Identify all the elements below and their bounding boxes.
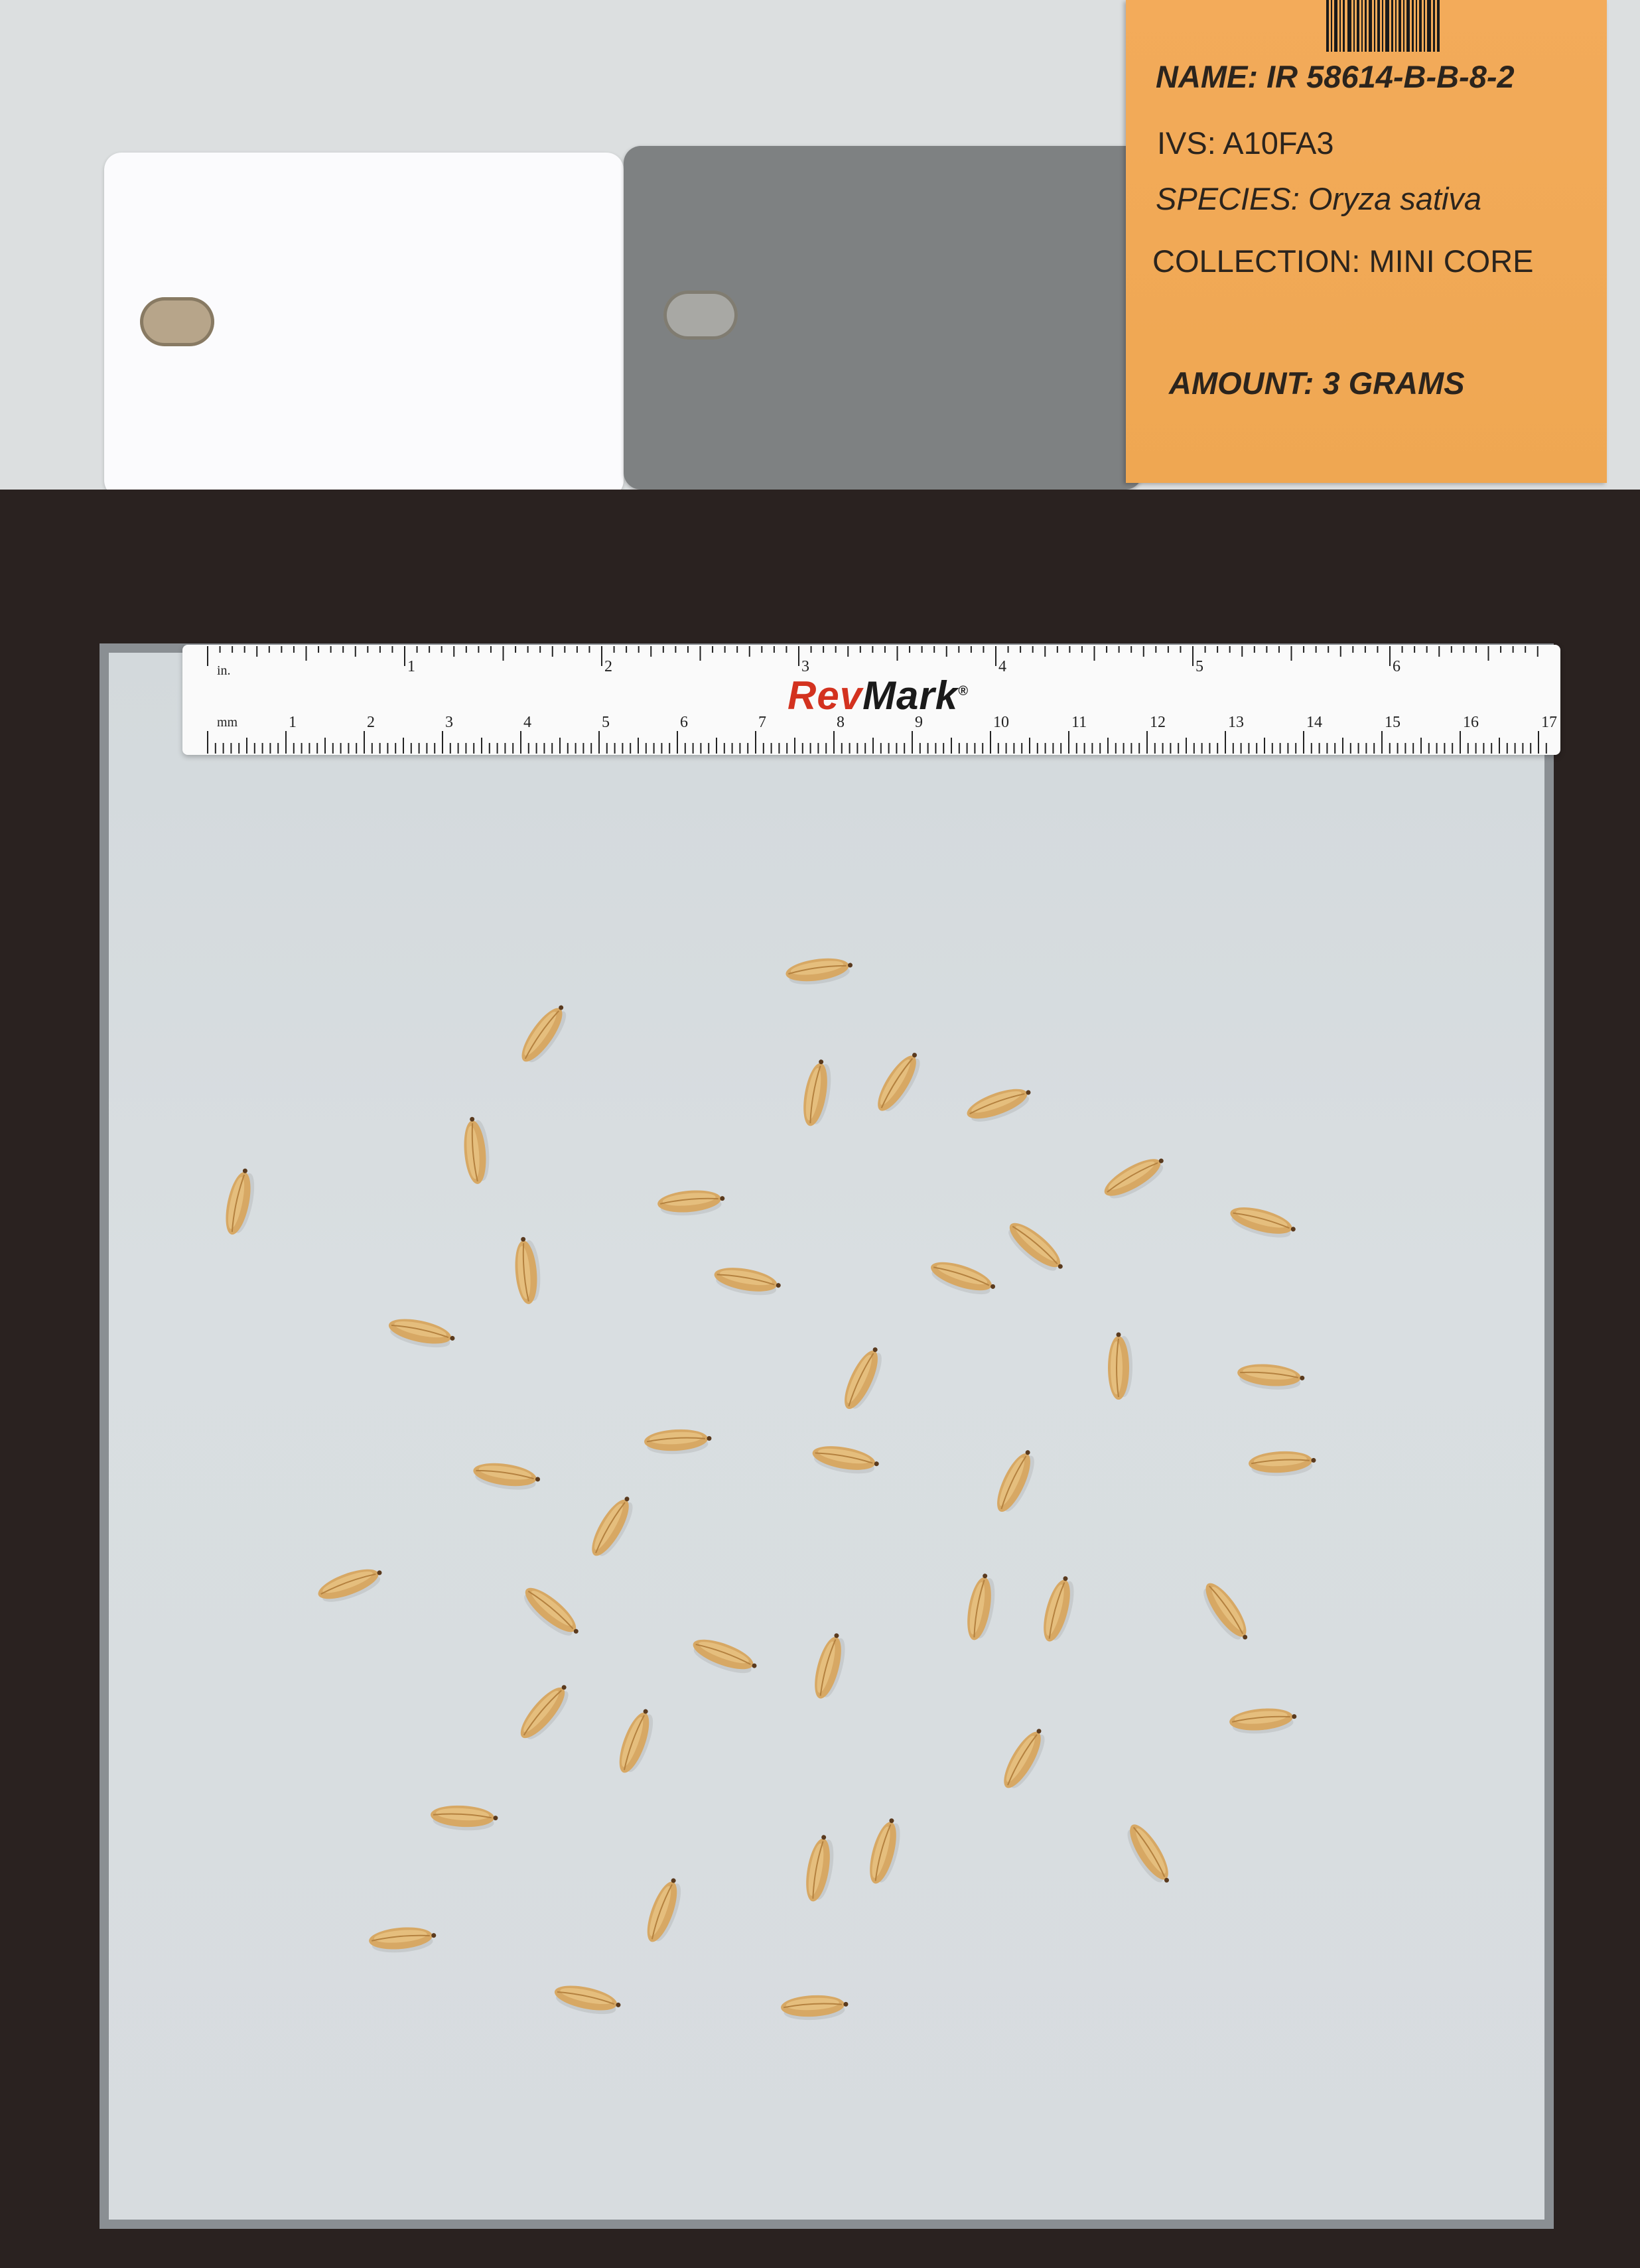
rice-grain	[781, 1995, 849, 2021]
seed-envelope-label: NAME: IR 58614-B-B-8-2 IVS: A10FA3 SPECI…	[1126, 0, 1607, 483]
ruler-cm-label: 7	[758, 714, 766, 731]
rice-grain	[464, 1116, 490, 1184]
ruler-inch-label: 5	[1196, 658, 1203, 675]
card-hole	[140, 297, 214, 346]
ruler-cm-label: 15	[1385, 714, 1401, 731]
ruler-cm-label: 6	[680, 714, 688, 731]
envelope-collection: COLLECTION: MINI CORE	[1152, 243, 1534, 279]
ruler-inch-label: 2	[604, 658, 612, 675]
envelope-ivs: IVS: A10FA3	[1157, 125, 1334, 161]
rice-grain	[369, 1927, 437, 1953]
ruler-cm-label: 2	[367, 714, 375, 731]
ruler-inch-unit: in.	[217, 663, 231, 678]
ruler-cm-label: 4	[523, 714, 531, 731]
ruler-cm-label: 1	[289, 714, 297, 731]
ruler-inch-label: 6	[1393, 658, 1401, 675]
gray-calibration-card	[624, 146, 1142, 490]
rice-grain	[657, 1190, 725, 1216]
rice-grain	[515, 1236, 541, 1304]
white-calibration-card	[104, 153, 624, 498]
ruler-cm-label: 10	[993, 714, 1009, 731]
envelope-amount: AMOUNT: 3 GRAMS	[1169, 366, 1465, 401]
ruler-cm-label: 13	[1228, 714, 1244, 731]
ruler-inch-label: 1	[407, 658, 415, 675]
ruler-mm-unit: mm	[217, 715, 238, 730]
rice-grain	[1229, 1708, 1297, 1734]
ruler-cm-label: 3	[445, 714, 453, 731]
ruler-cm-label: 17	[1541, 714, 1557, 731]
envelope-name: NAME: IR 58614-B-B-8-2	[1156, 59, 1515, 94]
barcode-icon	[1326, 0, 1440, 52]
envelope-species: SPECIES: Oryza sativa	[1156, 181, 1482, 216]
ruler-cm-label: 12	[1150, 714, 1166, 731]
ruler-cm-label: 5	[602, 714, 610, 731]
rice-grain	[1237, 1364, 1305, 1390]
rice-grain	[431, 1805, 498, 1831]
rice-grain	[644, 1429, 712, 1455]
ruler-cm-label: 11	[1071, 714, 1087, 731]
ruler-brand-logo: RevMark®	[787, 673, 969, 718]
ruler: in. mm 123456 1 2 3 4 5 6 7 8 9 10 11 12 13 14 15 16 17 …	[182, 645, 1560, 755]
card-hole	[663, 291, 738, 340]
ruler-inch-label: 4	[998, 658, 1006, 675]
ruler-cm-label: 16	[1463, 714, 1479, 731]
ruler-cm-label: 14	[1306, 714, 1322, 731]
rice-grain	[1249, 1451, 1316, 1477]
rice-grain	[1108, 1332, 1132, 1400]
